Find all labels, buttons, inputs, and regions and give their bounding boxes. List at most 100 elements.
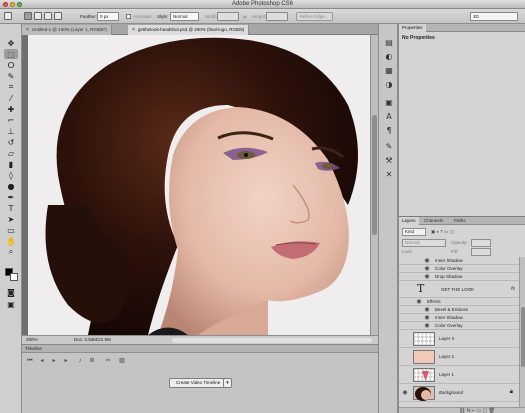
audio-icon[interactable]: ♪ <box>76 357 84 365</box>
layer-effects-header-row[interactable]: ◉ Effects <box>399 298 519 306</box>
first-frame-icon[interactable]: ⏮ <box>26 357 34 365</box>
create-video-timeline-button[interactable]: Create Video Timeline <box>169 378 228 388</box>
swap-dimensions-icon[interactable]: ⇄ <box>243 14 247 20</box>
split-at-playhead-icon[interactable]: ✂ <box>104 357 112 365</box>
rectangular-marquee-tool-icon[interactable]: ⬚ <box>4 49 18 59</box>
eye-icon[interactable]: ◉ <box>423 265 431 273</box>
eyedropper-tool-icon[interactable]: ⁄ <box>4 93 18 103</box>
eye-icon[interactable]: ◉ <box>423 257 431 265</box>
blend-mode-select[interactable]: Normal <box>402 239 446 247</box>
healing-brush-tool-icon[interactable]: ✚ <box>4 104 18 114</box>
adjustments-panel-icon[interactable]: ◑ <box>384 80 394 90</box>
eye-icon[interactable]: ◉ <box>423 314 431 322</box>
rectangle-tool-icon[interactable]: ▭ <box>4 225 18 235</box>
document-tab-headshot[interactable]: × getthelook-headshot.psd @ 200% (final-l… <box>128 25 250 35</box>
history-brush-tool-icon[interactable]: ↺ <box>4 137 18 147</box>
anti-alias-checkbox[interactable] <box>126 14 131 19</box>
layers-scrollbar[interactable] <box>519 257 525 407</box>
background-color-swatch[interactable] <box>10 273 18 281</box>
layer-row-get-the-look[interactable]: T GET THE LOOK fx <box>399 281 519 298</box>
gradient-tool-icon[interactable]: ▮ <box>4 159 18 169</box>
settings-icon[interactable]: ⚙ <box>88 357 96 365</box>
refine-edge-button[interactable]: Refine Edge... <box>296 12 333 21</box>
document-tab-untitled[interactable]: × Untitled-1 @ 100% (Layer 1, RGB/8*) <box>22 25 112 35</box>
tool-presets-icon[interactable]: ⚒ <box>384 156 394 166</box>
layer-effect-row[interactable]: ◉ Inner Shadow <box>399 257 519 265</box>
layer-row-layer-3[interactable]: Layer 3 <box>399 330 519 348</box>
tab-properties[interactable]: Properties <box>399 24 426 32</box>
opacity-input[interactable] <box>471 239 491 247</box>
layer-effect-row[interactable]: ◉ Color Overlay <box>399 322 519 330</box>
brush-tool-icon[interactable]: ⌐ <box>4 115 18 125</box>
clone-stamp-tool-icon[interactable]: ⊥ <box>4 126 18 136</box>
timeline-mode-dropdown-icon[interactable]: ▾ <box>223 378 232 388</box>
vertical-scrollbar[interactable] <box>370 35 378 335</box>
quick-mask-icon[interactable]: ◙ <box>4 287 18 297</box>
layer-filter-kind-select[interactable]: Kind <box>402 228 426 236</box>
document-canvas[interactable] <box>22 35 378 335</box>
swatches-panel-icon[interactable]: ▦ <box>384 66 394 76</box>
layer-row-background[interactable]: ◉ Background 🔒︎ <box>399 384 519 402</box>
type-tool-icon[interactable]: T <box>4 203 18 213</box>
close-tab-icon[interactable]: × <box>132 27 135 33</box>
layer-effect-row[interactable]: ◉ Drop Shadow <box>399 273 519 281</box>
portrait-photo[interactable] <box>28 35 374 335</box>
layers-scroll-thumb[interactable] <box>521 307 525 367</box>
eye-icon[interactable]: ◉ <box>423 306 431 314</box>
hand-tool-icon[interactable]: ✋ <box>4 236 18 246</box>
lasso-tool-icon[interactable]: ⵔ <box>4 60 18 70</box>
eraser-tool-icon[interactable]: ▱ <box>4 148 18 158</box>
history-panel-icon[interactable]: ▤ <box>384 38 394 48</box>
screen-mode-icon[interactable]: ▣ <box>4 299 18 309</box>
layer-effect-row[interactable]: ◉ Color Overlay <box>399 265 519 273</box>
workspace-select[interactable]: 3D <box>470 12 518 21</box>
brush-panel-icon[interactable]: ✎ <box>384 142 394 152</box>
zoom-tool-icon[interactable]: ⌕ <box>4 247 18 257</box>
marquee-tool-preset-icon[interactable] <box>4 12 12 20</box>
height-input[interactable] <box>266 12 288 21</box>
tab-channels[interactable]: Channels <box>421 217 446 225</box>
color-panel-icon[interactable]: ◐ <box>384 52 394 62</box>
character-panel-icon[interactable]: A <box>384 112 394 122</box>
document-size-info[interactable]: Doc: 2.93M/22.9M <box>74 337 111 342</box>
eye-icon[interactable] <box>401 353 409 361</box>
actions-panel-icon[interactable]: ✕ <box>384 170 394 180</box>
eye-icon[interactable]: ◉ <box>415 298 423 306</box>
pen-tool-icon[interactable]: ✒ <box>4 192 18 202</box>
layer-row-layer-2[interactable]: Layer 2 <box>399 348 519 366</box>
crop-tool-icon[interactable]: ⌗ <box>4 82 18 92</box>
next-frame-icon[interactable]: ▸ <box>62 357 70 365</box>
layer-effect-row[interactable]: ◉ Inner Shadow <box>399 314 519 322</box>
eye-icon[interactable] <box>401 335 409 343</box>
play-icon[interactable]: ▸ <box>50 357 58 365</box>
tab-layers[interactable]: Layers <box>399 217 419 225</box>
eye-icon[interactable]: ◉ <box>401 389 409 397</box>
move-tool-icon[interactable]: ✥ <box>4 38 18 48</box>
eye-icon[interactable] <box>401 285 409 293</box>
eye-icon[interactable]: ◉ <box>423 322 431 330</box>
close-tab-icon[interactable]: × <box>26 27 29 33</box>
paragraph-panel-icon[interactable]: ¶ <box>384 126 394 136</box>
previous-frame-icon[interactable]: ◂ <box>38 357 46 365</box>
path-selection-tool-icon[interactable]: ➤ <box>4 214 18 224</box>
fx-icon[interactable]: fx <box>511 286 515 292</box>
styles-panel-icon[interactable]: ▣ <box>384 98 394 108</box>
style-select[interactable]: Normal <box>170 12 199 21</box>
new-selection-icon[interactable] <box>24 12 32 20</box>
horizontal-scrollbar[interactable] <box>172 338 372 343</box>
width-input[interactable] <box>217 12 239 21</box>
dodge-tool-icon[interactable]: ● <box>4 181 18 191</box>
add-to-selection-icon[interactable] <box>34 12 42 20</box>
quick-selection-tool-icon[interactable]: ✎ <box>4 71 18 81</box>
blur-tool-icon[interactable]: ◊ <box>4 170 18 180</box>
tab-paths[interactable]: Paths <box>451 217 469 225</box>
subtract-from-selection-icon[interactable] <box>44 12 52 20</box>
filter-pixel-icon[interactable]: ▣ ◐ T ▭ ▢ <box>431 229 454 235</box>
vertical-scroll-thumb[interactable] <box>372 115 377 235</box>
feather-input[interactable]: 0 px <box>97 12 119 21</box>
transition-icon[interactable]: ▨ <box>118 357 126 365</box>
intersect-selection-icon[interactable] <box>54 12 62 20</box>
eye-icon[interactable] <box>401 371 409 379</box>
fill-input[interactable] <box>471 248 491 256</box>
eye-icon[interactable]: ◉ <box>423 273 431 281</box>
